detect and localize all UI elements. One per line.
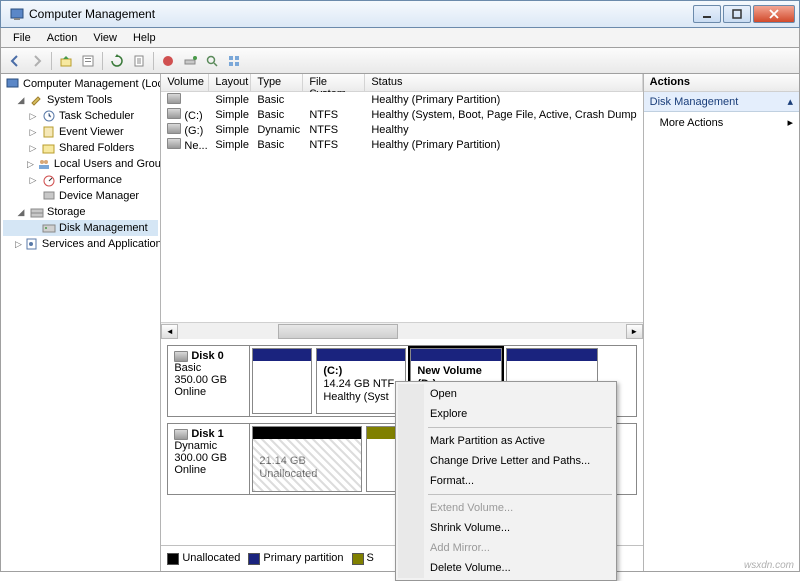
tree-event-viewer[interactable]: ▷ Event Viewer — [3, 124, 158, 140]
computer-icon — [5, 77, 21, 91]
folder-icon — [41, 141, 57, 155]
device-icon — [41, 189, 57, 203]
disk-icon — [174, 351, 188, 362]
expander-icon[interactable]: ▷ — [27, 111, 39, 122]
swatch-simple — [352, 553, 364, 565]
back-button[interactable] — [5, 51, 25, 71]
expander-icon[interactable]: ▷ — [27, 143, 39, 154]
menu-view[interactable]: View — [85, 30, 125, 46]
cm-add-mirror: Add Mirror... — [398, 538, 614, 558]
wrench-icon — [29, 93, 45, 107]
forward-button[interactable] — [27, 51, 47, 71]
tree-root[interactable]: Computer Management (Local — [3, 76, 158, 92]
menu-file[interactable]: File — [5, 30, 39, 46]
tree-disk-management[interactable]: Disk Management — [3, 220, 158, 236]
actions-group[interactable]: Disk Management ▴ — [644, 92, 799, 112]
drive-icon — [167, 93, 181, 104]
app-icon — [9, 6, 25, 22]
storage-icon — [29, 205, 45, 219]
volume-list-header: Volume Layout Type File System Status — [161, 74, 642, 92]
drive-icon — [167, 138, 181, 149]
swatch-primary — [248, 553, 260, 565]
partition[interactable]: (C:)14.24 GB NTFHealthy (Syst — [316, 348, 406, 414]
tree-local-users[interactable]: ▷ Local Users and Groups — [3, 156, 158, 172]
drive-icon — [167, 123, 181, 134]
up-button[interactable] — [56, 51, 76, 71]
window-title: Computer Management — [29, 7, 693, 21]
tree-performance[interactable]: ▷ Performance — [3, 172, 158, 188]
scroll-right-button[interactable]: ► — [626, 324, 643, 339]
tree-storage[interactable]: ◢ Storage — [3, 204, 158, 220]
actions-more[interactable]: More Actions ▸ — [644, 112, 799, 133]
navigation-tree: Computer Management (Local ◢ System Tool… — [1, 74, 161, 571]
expander-icon[interactable]: ▷ — [27, 175, 39, 186]
close-button[interactable] — [753, 5, 795, 23]
scroll-left-button[interactable]: ◄ — [161, 324, 178, 339]
cm-change-letter[interactable]: Change Drive Letter and Paths... — [398, 451, 614, 471]
menu-action[interactable]: Action — [39, 30, 86, 46]
scroll-thumb[interactable] — [278, 324, 398, 339]
event-icon — [41, 125, 57, 139]
disk-icon — [174, 429, 188, 440]
cm-open[interactable]: Open — [398, 384, 614, 404]
swatch-unallocated — [167, 553, 179, 565]
col-filesystem[interactable]: File System — [303, 74, 365, 91]
export-button[interactable] — [129, 51, 149, 71]
col-volume[interactable]: Volume — [161, 74, 209, 91]
volume-row[interactable]: Simple Basic Healthy (Primary Partition) — [161, 92, 642, 107]
expander-icon[interactable]: ◢ — [15, 95, 27, 106]
volume-list: Simple Basic Healthy (Primary Partition)… — [161, 92, 642, 322]
actions-header: Actions — [644, 74, 799, 92]
minimize-button[interactable] — [693, 5, 721, 23]
settings-button[interactable] — [180, 51, 200, 71]
refresh-button[interactable] — [107, 51, 127, 71]
cm-delete[interactable]: Delete Volume... — [398, 558, 614, 578]
tree-task-scheduler[interactable]: ▷ Task Scheduler — [3, 108, 158, 124]
clock-icon — [41, 109, 57, 123]
horizontal-scrollbar[interactable]: ◄ ► — [161, 322, 642, 339]
col-status[interactable]: Status — [365, 74, 642, 91]
volume-row[interactable]: (C:) Simple Basic NTFS Healthy (System, … — [161, 107, 642, 122]
expander-icon[interactable]: ▷ — [27, 127, 39, 138]
window-titlebar: Computer Management — [0, 0, 800, 28]
cm-format[interactable]: Format... — [398, 471, 614, 491]
properties-button[interactable] — [78, 51, 98, 71]
cm-explore[interactable]: Explore — [398, 404, 614, 424]
users-icon — [36, 157, 52, 171]
maximize-button[interactable] — [723, 5, 751, 23]
col-layout[interactable]: Layout — [209, 74, 251, 91]
drive-icon — [167, 108, 181, 119]
cm-mark-active[interactable]: Mark Partition as Active — [398, 431, 614, 451]
menu-help[interactable]: Help — [125, 30, 164, 46]
find-button[interactable] — [202, 51, 222, 71]
performance-icon — [41, 173, 57, 187]
disk-header[interactable]: Disk 0 Basic 350.00 GB Online — [168, 346, 250, 416]
chevron-right-icon: ▸ — [787, 116, 793, 129]
partition[interactable] — [252, 348, 312, 414]
options-button[interactable] — [224, 51, 244, 71]
expander-icon[interactable]: ▷ — [15, 239, 22, 250]
tree-device-manager[interactable]: Device Manager — [3, 188, 158, 204]
volume-row[interactable]: Ne... Simple Basic NTFS Healthy (Primary… — [161, 137, 642, 152]
collapse-icon: ▴ — [787, 95, 793, 108]
actions-panel: Actions Disk Management ▴ More Actions ▸ — [644, 74, 799, 571]
watermark: wsxdn.com — [744, 560, 794, 571]
menu-bar: File Action View Help — [0, 28, 800, 48]
tree-system-tools[interactable]: ◢ System Tools — [3, 92, 158, 108]
services-icon — [24, 237, 40, 251]
expander-icon[interactable]: ◢ — [15, 207, 27, 218]
volume-row[interactable]: (G:) Simple Dynamic NTFS Healthy — [161, 122, 642, 137]
disk-icon — [41, 221, 57, 235]
expander-icon[interactable]: ▷ — [27, 159, 34, 170]
context-menu: Open Explore Mark Partition as Active Ch… — [395, 381, 617, 581]
toolbar — [0, 48, 800, 74]
disk-header[interactable]: Disk 1 Dynamic 300.00 GB Online — [168, 424, 250, 494]
cm-shrink[interactable]: Shrink Volume... — [398, 518, 614, 538]
help-button[interactable] — [158, 51, 178, 71]
cm-extend: Extend Volume... — [398, 498, 614, 518]
partition-unallocated[interactable]: 21.14 GBUnallocated — [252, 426, 362, 492]
tree-services[interactable]: ▷ Services and Applications — [3, 236, 158, 252]
col-type[interactable]: Type — [251, 74, 303, 91]
tree-shared-folders[interactable]: ▷ Shared Folders — [3, 140, 158, 156]
